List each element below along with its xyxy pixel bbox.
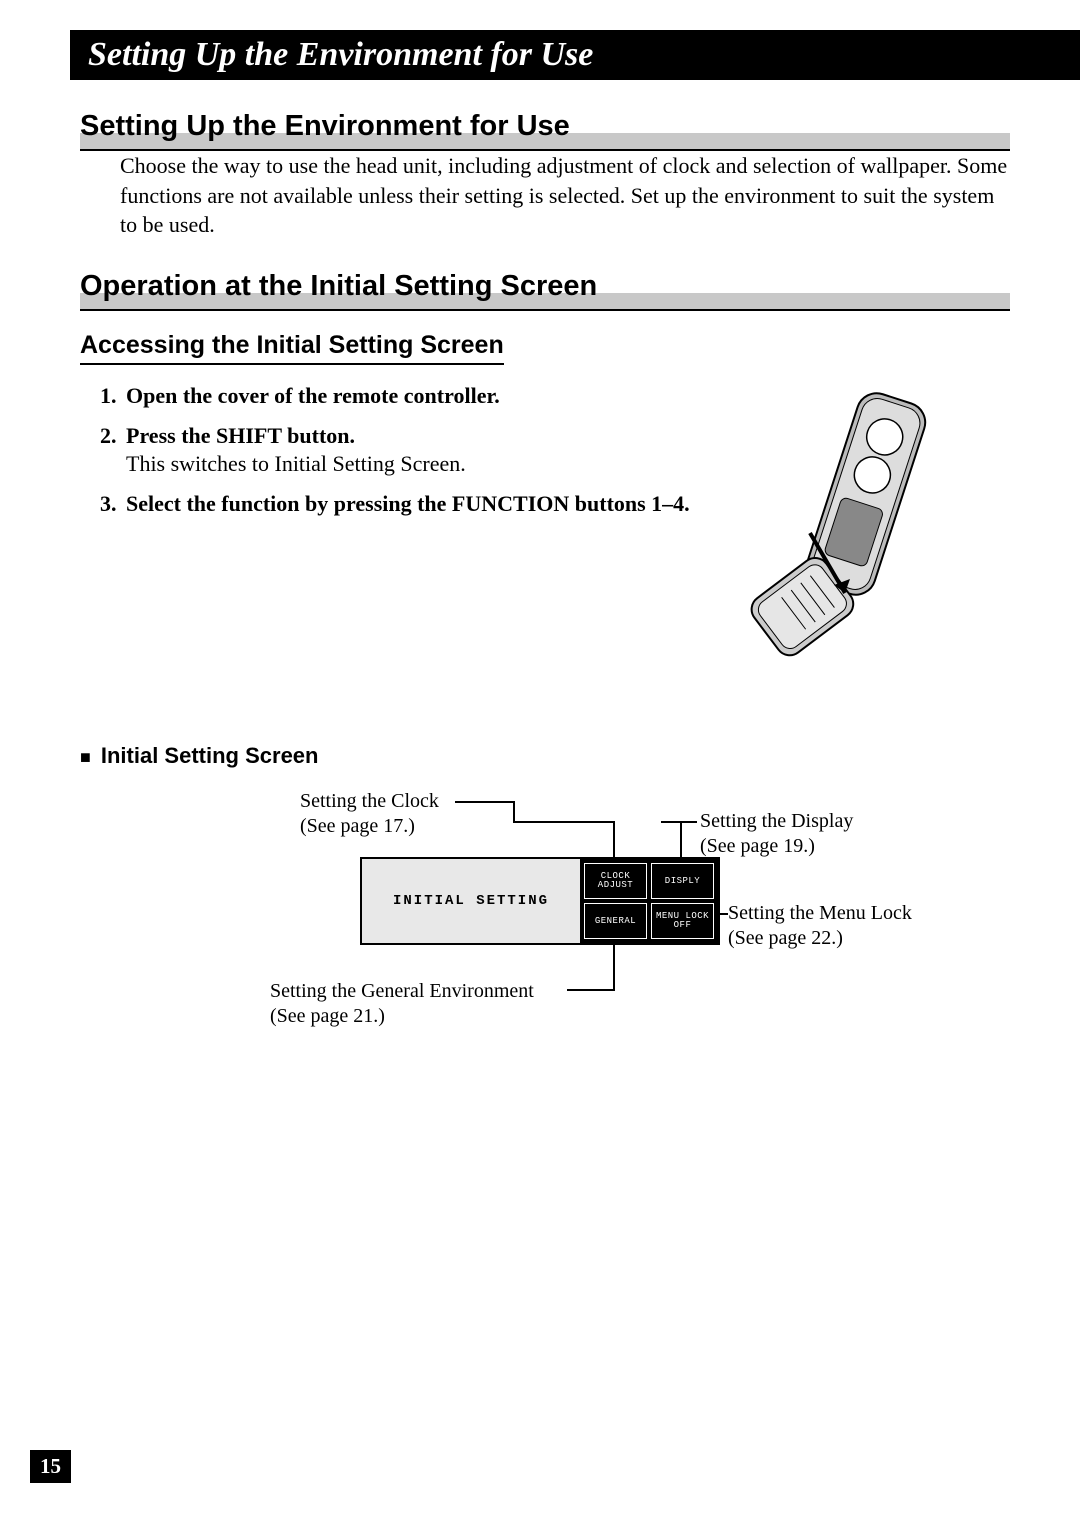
section-heading-1-text: Setting Up the Environment for Use [80,110,1010,151]
callout-clock-ref: (See page 17.) [300,815,415,837]
panel-label: INITIAL SETTING [362,859,580,943]
step-1: 1.Open the cover of the remote controlle… [100,383,690,409]
tile-menu-lock: MENU LOCK OFF [651,903,714,939]
callout-clock: Setting the Clock (See page 17.) [300,789,439,839]
step-1-num: 1. [100,383,126,409]
bullet-heading-text: Initial Setting Screen [101,743,319,768]
section-heading-1: Setting Up the Environment for Use [80,110,1010,151]
step-2-body: This switches to Initial Setting Screen. [126,451,690,477]
step-2-num: 2. [100,423,126,449]
callout-menulock-text: Setting the Menu Lock [728,902,912,924]
page-number: 15 [30,1450,71,1483]
steps-list: 1.Open the cover of the remote controlle… [100,383,690,517]
section-1-body: Choose the way to use the head unit, inc… [120,151,1010,240]
callout-general-ref: (See page 21.) [270,1005,385,1027]
initial-setting-diagram: Setting the Clock (See page 17.) Setting… [200,789,1010,1089]
step-3-head: Select the function by pressing the FUNC… [126,491,690,516]
bullet-heading-initial-screen: ■ Initial Setting Screen [80,743,1010,769]
step-1-head: Open the cover of the remote controller. [126,383,500,408]
section-heading-2: Operation at the Initial Setting Screen [80,270,1010,311]
subheading-accessing: Accessing the Initial Setting Screen [80,331,504,365]
callout-general: Setting the General Environment (See pag… [270,979,534,1029]
remote-illustration [710,383,1010,683]
section-heading-2-text: Operation at the Initial Setting Screen [80,270,1010,311]
screen-panel: INITIAL SETTING CLOCK ADJUST DISPLY GENE… [360,857,720,945]
step-2-head: Press the SHIFT button. [126,423,355,448]
callout-menulock-ref: (See page 22.) [728,927,843,949]
step-3: 3.Select the function by pressing the FU… [100,491,690,517]
chapter-banner: Setting Up the Environment for Use [70,30,1080,80]
callout-display-ref: (See page 19.) [700,835,815,857]
callout-display: Setting the Display (See page 19.) [700,809,853,859]
tile-display: DISPLY [651,863,714,899]
callout-menulock: Setting the Menu Lock (See page 22.) [728,901,912,951]
tile-clock-adjust: CLOCK ADJUST [584,863,647,899]
callout-general-text: Setting the General Environment [270,980,534,1002]
tile-general: GENERAL [584,903,647,939]
step-3-num: 3. [100,491,126,517]
step-2: 2.Press the SHIFT button. This switches … [100,423,690,477]
square-bullet-icon: ■ [80,747,91,767]
callout-display-text: Setting the Display [700,810,853,832]
callout-clock-text: Setting the Clock [300,790,439,812]
